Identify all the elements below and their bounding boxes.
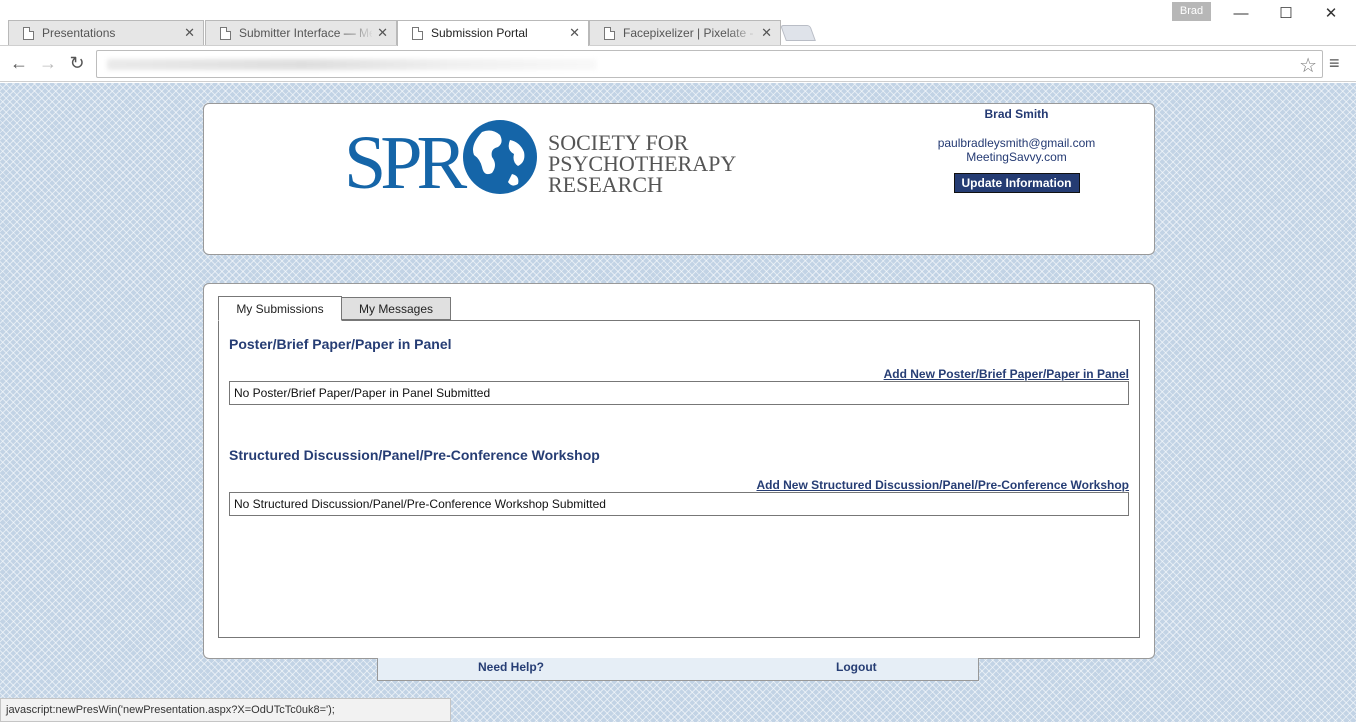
profile-button[interactable]: Brad <box>1172 2 1211 21</box>
bookmark-star-icon[interactable]: ☆ <box>1299 53 1317 78</box>
reload-icon[interactable]: ↻ <box>65 51 89 75</box>
section-title: Structured Discussion/Panel/Pre-Conferen… <box>229 447 600 463</box>
add-poster-link[interactable]: Add New Poster/Brief Paper/Paper in Pane… <box>884 367 1129 381</box>
back-icon[interactable]: ← <box>7 51 31 75</box>
user-company: MeetingSavvy.com <box>966 150 1067 164</box>
logo-line3: RESEARCH <box>548 172 663 197</box>
empty-submissions-box: No Structured Discussion/Panel/Pre-Confe… <box>229 492 1129 516</box>
maximize-icon[interactable]: ☐ <box>1271 4 1301 24</box>
empty-submissions-box: No Poster/Brief Paper/Paper in Panel Sub… <box>229 381 1129 405</box>
update-information-button[interactable]: Update Information <box>953 173 1080 193</box>
menu-icon[interactable]: ≡ <box>1329 53 1340 74</box>
browser-tab-active[interactable]: Submission Portal ✕ <box>397 20 589 46</box>
browser-tabstrip: Presentations ✕ Submitter Interface — Me… <box>0 0 1356 46</box>
user-email: paulbradleysmith@gmail.com <box>937 136 1096 150</box>
tab-my-submissions[interactable]: My Submissions <box>218 296 342 321</box>
browser-tab[interactable]: Submitter Interface — Me ✕ <box>205 20 397 45</box>
close-icon[interactable]: ✕ <box>569 25 580 41</box>
close-icon[interactable]: ✕ <box>377 25 388 41</box>
page-background: SPR SOCIETY FOR PSYCHOTHERAPY RESEARCH B… <box>0 83 1356 722</box>
close-icon[interactable]: ✕ <box>184 25 195 41</box>
user-name: Brad Smith <box>984 107 1049 121</box>
add-structured-discussion-link[interactable]: Add New Structured Discussion/Panel/Pre-… <box>756 478 1129 492</box>
browser-toolbar: ← → ↻ ☆ ≡ <box>0 45 1356 82</box>
status-bar: javascript:newPresWin('newPresentation.a… <box>0 698 451 722</box>
footer-bar: Need Help? Logout <box>377 658 979 681</box>
tab-my-messages[interactable]: My Messages <box>341 297 451 320</box>
globe-icon <box>463 120 537 194</box>
submissions-panel: Poster/Brief Paper/Paper in Panel Add Ne… <box>218 320 1140 638</box>
page-icon <box>220 26 231 40</box>
page-icon <box>604 26 615 40</box>
section-title: Poster/Brief Paper/Paper in Panel <box>229 336 452 352</box>
page-icon <box>23 26 34 40</box>
browser-tab[interactable]: Facepixelizer | Pixelate - Bl ✕ <box>589 20 781 45</box>
url-text-blurred <box>107 59 597 70</box>
forward-icon[interactable]: → <box>36 51 60 75</box>
minimize-icon[interactable]: — <box>1226 4 1256 24</box>
browser-tab[interactable]: Presentations ✕ <box>8 20 204 45</box>
address-bar[interactable]: ☆ <box>96 50 1323 78</box>
tab-title: Presentations <box>42 26 116 40</box>
spr-logo: SPR SOCIETY FOR PSYCHOTHERAPY RESEARCH <box>344 120 736 198</box>
tab-title: Submission Portal <box>431 26 528 40</box>
page-icon <box>412 26 423 40</box>
new-tab-button[interactable] <box>780 25 816 41</box>
user-info: Brad Smith paulbradleysmith@gmail.com Me… <box>914 107 1119 193</box>
close-icon[interactable]: ✕ <box>761 25 772 41</box>
need-help-link[interactable]: Need Help? <box>478 660 544 674</box>
close-window-icon[interactable]: ✕ <box>1316 4 1346 24</box>
main-panel: My Submissions My Messages Poster/Brief … <box>203 283 1155 659</box>
header-panel: SPR SOCIETY FOR PSYCHOTHERAPY RESEARCH B… <box>203 103 1155 255</box>
logo-mark: SPR <box>344 121 468 198</box>
logout-link[interactable]: Logout <box>836 660 877 674</box>
